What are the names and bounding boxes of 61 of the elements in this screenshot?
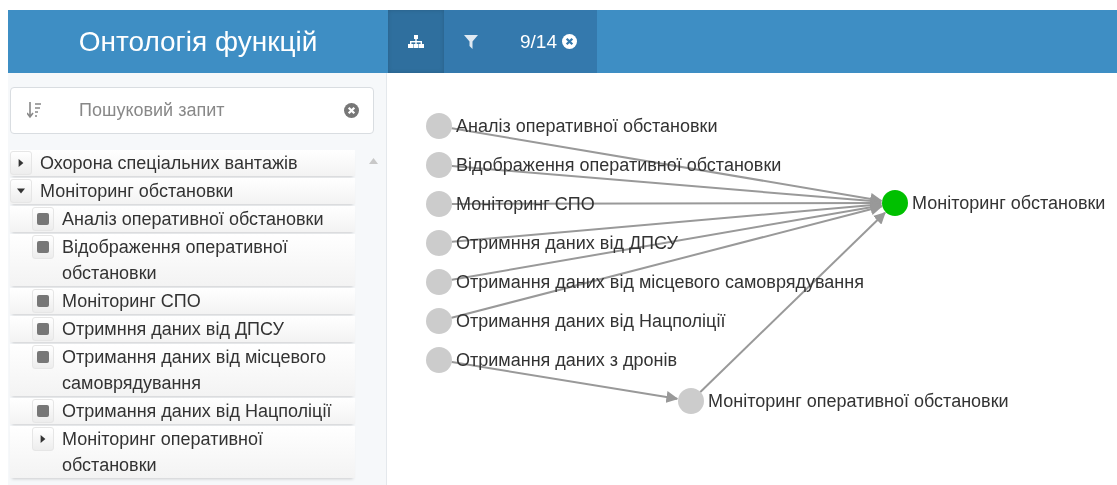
- toggle-button[interactable]: [32, 399, 54, 423]
- node-label: Отримання даних від місцевого самоврядування: [456, 272, 864, 292]
- item-label: Охорона спеціальних вантажів: [40, 152, 298, 175]
- item-label: Моніторинг обстановки: [40, 180, 234, 203]
- hierarchy-icon: [408, 34, 424, 49]
- item-label: Отримння даних від ДПСУ: [62, 318, 284, 341]
- hierarchy-tab[interactable]: [388, 10, 444, 73]
- toggle-button[interactable]: [32, 235, 54, 259]
- item-label: Відображення оперативної обстановки: [62, 236, 289, 285]
- item-label: Отримання даних від Нацполіції: [62, 400, 332, 423]
- graph-node[interactable]: [426, 269, 452, 295]
- square-icon: [37, 323, 49, 335]
- node-label: Моніторинг оперативної обстановки: [708, 391, 1009, 411]
- square-icon: [37, 295, 49, 307]
- node-label: Отримання даних від Нацполіції: [456, 311, 726, 331]
- toggle-button[interactable]: [32, 289, 54, 313]
- filter-icon: [464, 34, 478, 49]
- tree-item[interactable]: Охорона спеціальних вантажів: [10, 150, 355, 176]
- item-label: Моніторинг оперативної обстановки: [62, 428, 264, 477]
- item-label: Аналіз оперативної обстановки: [62, 208, 324, 231]
- graph-node[interactable]: [426, 152, 452, 178]
- toggle-button[interactable]: [10, 179, 32, 203]
- tree-item[interactable]: Моніторинг оперативної обстановки: [10, 426, 355, 478]
- clear-icon[interactable]: [562, 34, 577, 49]
- item-label: Моніторинг СПО: [62, 290, 201, 313]
- node-label: Відображення оперативної обстановки: [456, 155, 782, 175]
- node-label: Отримання даних з дронів: [456, 350, 678, 370]
- node-label: Моніторинг СПО: [456, 194, 595, 214]
- graph-node[interactable]: [426, 347, 452, 373]
- item-label: Отримання даних від місцевого самоврядування: [62, 346, 327, 395]
- square-icon: [37, 213, 49, 225]
- graph-node[interactable]: [882, 190, 908, 216]
- square-icon: [37, 405, 49, 417]
- toggle-button[interactable]: [10, 151, 32, 175]
- toggle-button[interactable]: [32, 427, 54, 451]
- node-label: Аналіз оперативної обстановки: [456, 116, 718, 136]
- tree-item[interactable]: Отримання даних від Нацполіції: [10, 398, 355, 424]
- tree-item[interactable]: Аналіз оперативної обстановки: [10, 206, 355, 232]
- app-title: Онтологія функцій: [77, 24, 319, 59]
- tree-item[interactable]: Отримання даних від місцевого самоврядування: [10, 344, 355, 396]
- tree-item[interactable]: Моніторинг СПО: [10, 288, 355, 314]
- sort-icon[interactable]: [27, 101, 41, 120]
- graph-node[interactable]: [426, 230, 452, 256]
- search-field[interactable]: Пошуковий запит: [10, 87, 374, 134]
- toggle-button[interactable]: [32, 345, 54, 369]
- toggle-button[interactable]: [32, 317, 54, 341]
- tree-item[interactable]: Відображення оперативної обстановки: [10, 234, 355, 286]
- node-label: Моніторинг обстановки: [912, 193, 1106, 213]
- search-input[interactable]: Пошуковий запит: [77, 99, 308, 122]
- toggle-button[interactable]: [32, 207, 54, 231]
- square-icon: [37, 241, 49, 253]
- graph-node[interactable]: [426, 308, 452, 334]
- graph-node[interactable]: [426, 113, 452, 139]
- filter-count: 9/14: [520, 30, 557, 53]
- graph-node[interactable]: [678, 388, 704, 414]
- node-label: Отримння даних від ДПСУ: [456, 233, 678, 253]
- clear-icon[interactable]: [344, 103, 359, 118]
- square-icon: [37, 351, 49, 363]
- tree-item[interactable]: Отримння даних від ДПСУ: [10, 316, 355, 342]
- graph-node[interactable]: [426, 191, 452, 217]
- tree-item[interactable]: Моніторинг обстановки: [10, 178, 355, 204]
